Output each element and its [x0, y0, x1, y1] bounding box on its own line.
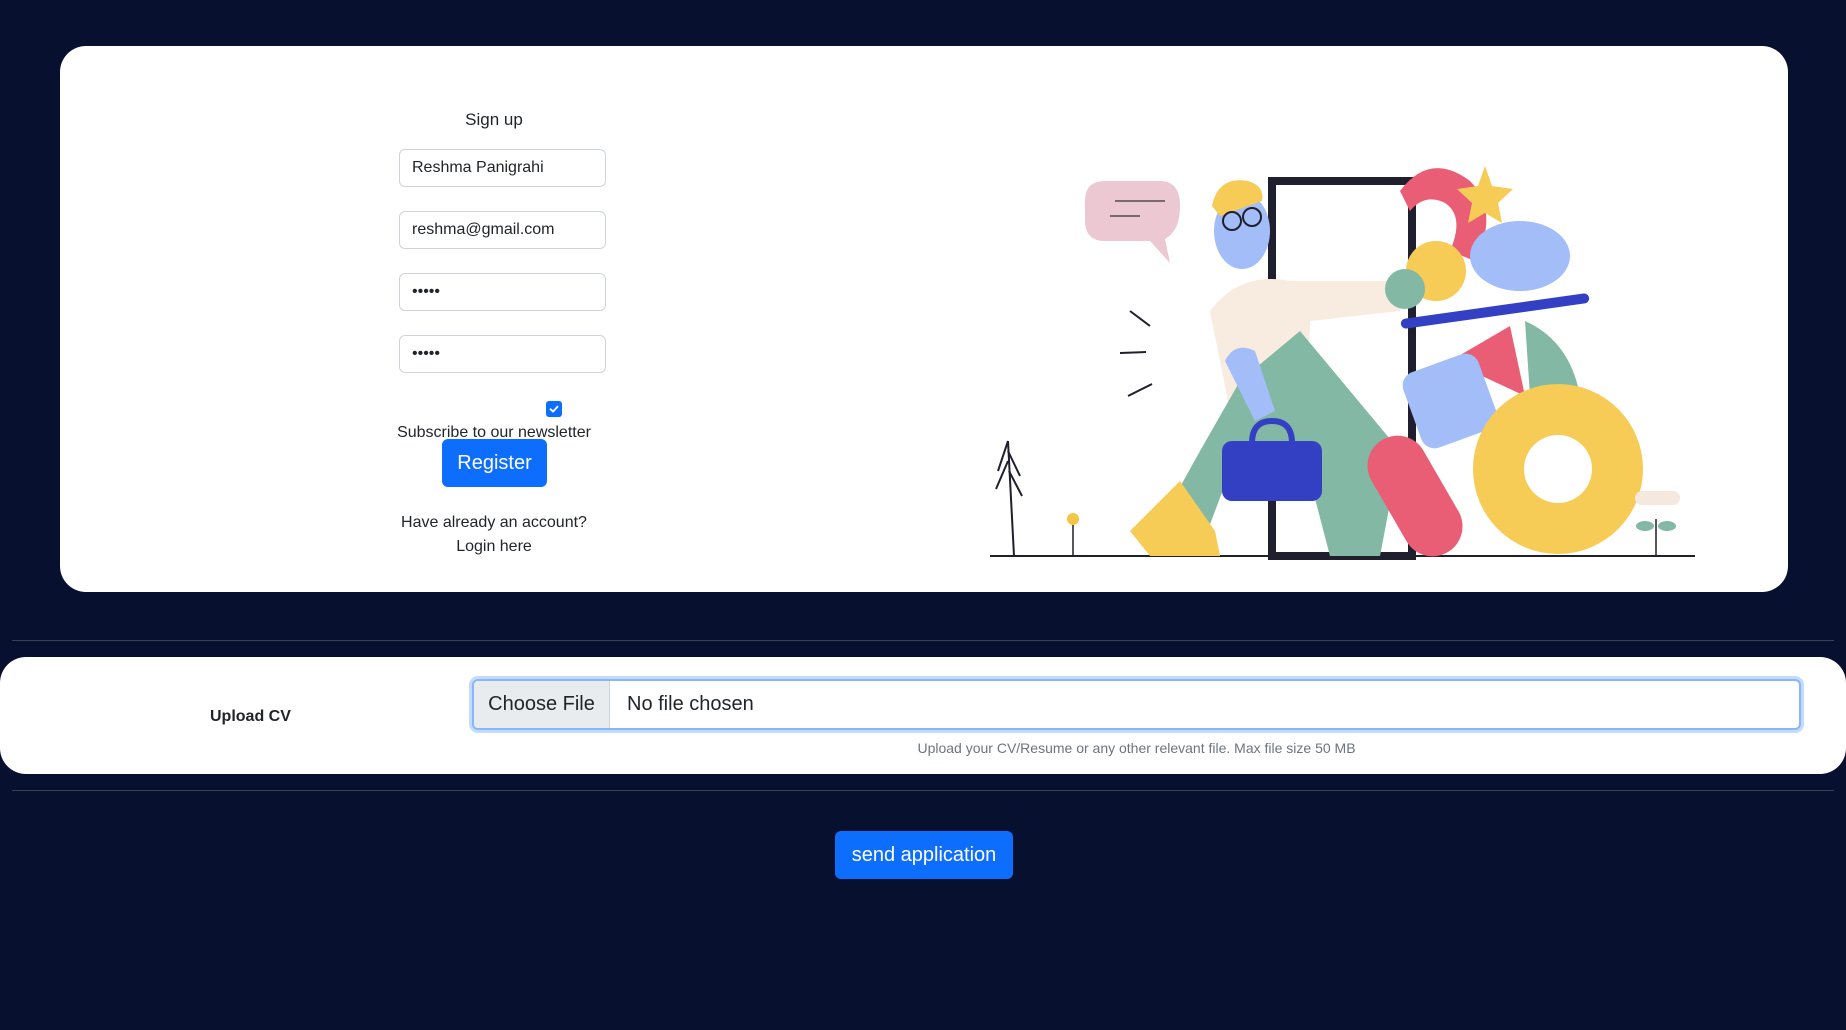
file-help-text: Upload your CV/Resume or any other relev…	[917, 740, 1356, 756]
file-status-text: No file chosen	[627, 693, 754, 715]
name-input-value: Reshma Panigrahi	[412, 159, 544, 176]
email-input[interactable]: reshma@gmail.com	[399, 211, 606, 249]
signup-card: Sign up Reshma Panigrahi reshma@gmail.co…	[60, 46, 1788, 592]
login-link[interactable]: Login here	[456, 538, 532, 555]
newsletter-checkbox[interactable]	[546, 401, 562, 417]
check-icon	[549, 405, 559, 413]
divider-top	[12, 640, 1834, 641]
send-application-button[interactable]: send application	[835, 831, 1013, 879]
upload-cv-label: Upload CV	[210, 708, 291, 725]
have-account-text: Have already an account?	[401, 514, 587, 531]
email-input-value: reshma@gmail.com	[412, 221, 555, 238]
password-input-value: •••••	[412, 283, 441, 300]
register-button[interactable]: Register	[442, 439, 547, 487]
signup-illustration	[990, 166, 1695, 560]
cv-file-input[interactable]: Choose File No file chosen	[472, 679, 1801, 730]
signup-form: Sign up Reshma Panigrahi reshma@gmail.co…	[60, 46, 928, 592]
choose-file-button[interactable]: Choose File	[474, 681, 610, 728]
repeat-password-input-value: •••••	[412, 345, 441, 362]
signup-title: Sign up	[465, 110, 523, 129]
name-input[interactable]: Reshma Panigrahi	[399, 149, 606, 187]
repeat-password-input[interactable]: •••••	[399, 335, 606, 373]
password-input[interactable]: •••••	[399, 273, 606, 311]
login-link-wrap: Login here	[60, 538, 928, 556]
divider-bottom	[12, 790, 1834, 791]
